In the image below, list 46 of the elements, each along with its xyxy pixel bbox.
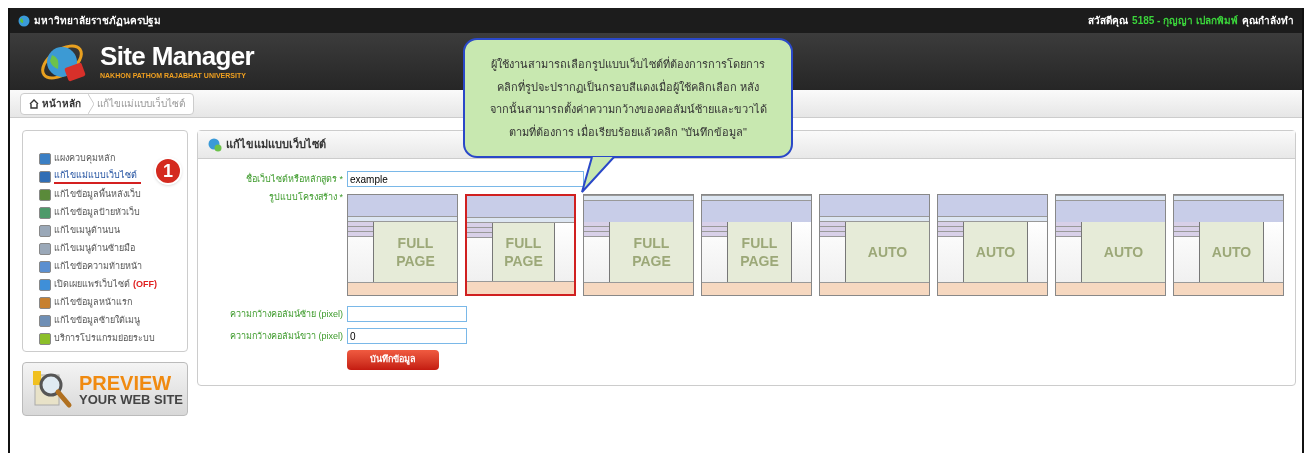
sidebar-item[interactable]: แก้ไขแม่แบบเว็บไซต์ (54, 168, 141, 185)
field-label: ความกว้างคอลัมน์ซ้าย (pixel) (230, 308, 343, 322)
layout-label: FULL PAGE (631, 234, 672, 270)
sidebar-item[interactable]: แก้ไขข้อมูลป้ายหัวเว็บ (54, 205, 140, 220)
user-name: 5185 - กุญญา เปลกพิมพ์ (1132, 14, 1238, 28)
layout-label: FULL PAGE (395, 234, 436, 270)
preview-subtitle: YOUR WEB SITE (79, 392, 183, 406)
layout-label: FULL PAGE (739, 234, 780, 270)
breadcrumb-link[interactable]: หน้าหลัก (42, 96, 85, 111)
home-icon (29, 98, 39, 109)
preview-title: PREVIEW (79, 372, 173, 393)
layout-label: FULL PAGE (503, 234, 544, 270)
sidebar-item[interactable]: แก้ไขข้อมูลพื้นหลังเว็บ (54, 187, 141, 202)
callout-text: ตามที่ต้องการ เมื่อเรียบร้อยแล้วคลิก "บันทึกข้อมูล" (509, 123, 747, 140)
field-label: รูปแบบโครงสร้าง * (269, 191, 343, 205)
sidebar-item[interactable]: บริการโปรแกรมย่อยระบบ (54, 331, 155, 346)
layout-label: AUTO (1211, 243, 1252, 261)
sidebar-item[interactable]: แผงควบคุมหลัก (54, 151, 115, 166)
sidebar-item[interactable]: แก้ไขข้อความท้ายหน้า (54, 259, 142, 274)
university-name: มหาวิทยาลัยราชภัฏนครปฐม (34, 14, 161, 28)
layout-label: AUTO (975, 243, 1016, 261)
sidebar-item[interactable]: แก้ไขข้อมูลหน้าแรก (54, 295, 132, 310)
layout-label: AUTO (867, 243, 908, 261)
sidebar-item[interactable]: แก้ไขข้อมูลซ้ายใต้เมนู (54, 313, 140, 328)
field-label: ชื่อเว็บไซต์หรือหลักสูตร * (246, 173, 343, 187)
greeting-text: สวัสดีคุณ (1088, 14, 1129, 28)
left-width-field[interactable] (347, 306, 467, 322)
panel-title: แก้ไขแม่แบบเว็บไซต์ (226, 136, 326, 153)
right-width-field[interactable]: 0 (347, 328, 467, 344)
callout-text: คลิกที่รูปจะปรากฏเป็นกรอบสีแดงเมื่อผู้ใช้คลิกเลือก หลัง (496, 78, 760, 95)
sidebar-item[interactable]: แก้ไขเมนูด้านบน (54, 223, 120, 238)
callout-text: ผู้ใช้งานสามารถเลือกรูปแบบเว็บไซต์ที่ต้องการการโดยการ (491, 56, 765, 73)
globe-person-icon (208, 137, 222, 152)
off-status-label: (OFF) (133, 277, 157, 291)
save-button[interactable]: บันทึกข้อมูล (347, 350, 439, 370)
app-title: Site Manager (100, 41, 255, 72)
site-name-field[interactable]: example (347, 171, 584, 187)
status-text: คุณกำลังทำ (1242, 14, 1294, 28)
callout-text: จากนั้นสามารถตั้งค่าความกว้างของคอลัมน์ซ้ายและขวาได้ (489, 101, 767, 117)
sidebar-item[interactable]: แก้ไขเมนูด้านซ้ายมือ (54, 241, 135, 256)
field-label: ความกว้างคอลัมน์ขวา (pixel) (230, 330, 343, 344)
layout-label: AUTO (1103, 243, 1144, 261)
sidebar-item[interactable]: เปิดเผยแพร่เว็บไซต์ (54, 277, 130, 292)
step-number-badge: 1 (154, 157, 182, 185)
globe-icon (18, 14, 30, 27)
preview-button[interactable]: PREVIEW YOUR WEB SITE (22, 362, 188, 416)
